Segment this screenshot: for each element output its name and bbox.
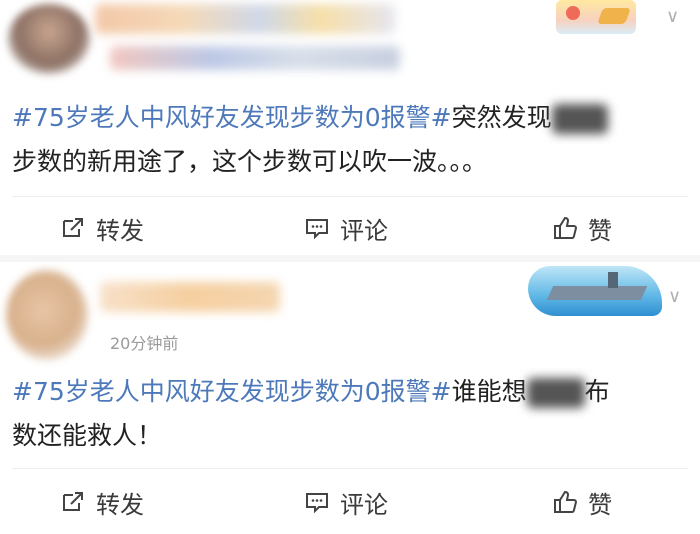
- hashtag-link[interactable]: #75岁老人中风好友发现步数为0报警#: [12, 377, 452, 406]
- post-text: 布: [584, 377, 610, 406]
- comment-button[interactable]: 评论: [304, 482, 388, 522]
- feed-post: ∨ #75岁老人中风好友发现步数为0报警#突然发现 步数的新用途了，这个步数可以…: [0, 0, 700, 262]
- redacted-text: [551, 104, 608, 134]
- comment-bubble-icon: [306, 219, 328, 240]
- like-label: 赞: [588, 490, 612, 519]
- thumbs-up-icon: [554, 216, 578, 239]
- card-decoration-sticker: [556, 0, 636, 34]
- forward-label: 转发: [96, 490, 144, 519]
- post-body: #75岁老人中风好友发现步数为0报警#突然发现 步数的新用途了，这个步数可以吹一…: [12, 96, 672, 184]
- avatar-blurred[interactable]: [8, 4, 90, 74]
- username-redacted: [95, 4, 395, 34]
- feed-post: 20分钟前 ∨ #75岁老人中风好友发现步数为0报警#谁能想 布 数还能救人！ 转…: [0, 262, 700, 534]
- post-text: 步数的新用途了，这个步数可以吹一波。。。: [12, 147, 488, 176]
- comment-button[interactable]: 评论: [304, 208, 388, 248]
- thumbs-up-icon: [554, 490, 578, 513]
- forward-label: 转发: [96, 216, 144, 245]
- comment-label: 评论: [340, 216, 388, 245]
- card-decoration-sticker: [528, 266, 662, 316]
- forward-button[interactable]: 转发: [60, 208, 144, 248]
- post-body: #75岁老人中风好友发现步数为0报警#谁能想 布 数还能救人！: [12, 370, 672, 458]
- divider: [12, 468, 688, 469]
- post-text: 谁能想: [451, 377, 527, 406]
- avatar-blurred[interactable]: [6, 270, 88, 360]
- post-meta-redacted: [110, 46, 400, 70]
- ship-icon: [546, 286, 648, 300]
- post-timestamp: 20分钟前: [110, 334, 179, 353]
- like-button[interactable]: 赞: [552, 482, 612, 522]
- share-arrow-icon: [63, 218, 83, 237]
- like-label: 赞: [588, 216, 612, 245]
- post-text: 突然发现: [451, 103, 552, 132]
- comment-bubble-icon: [306, 493, 328, 514]
- chevron-down-icon[interactable]: ∨: [668, 286, 681, 307]
- flower-icon: [566, 6, 580, 20]
- ship-tower-icon: [608, 272, 618, 288]
- share-arrow-icon: [63, 492, 83, 511]
- chevron-down-icon[interactable]: ∨: [666, 6, 679, 27]
- plane-icon: [597, 8, 631, 24]
- redacted-text: [526, 378, 585, 408]
- post-text: 数还能救人！: [12, 421, 163, 450]
- comment-label: 评论: [340, 490, 388, 519]
- forward-button[interactable]: 转发: [60, 482, 144, 522]
- like-button[interactable]: 赞: [552, 208, 612, 248]
- username-redacted: [100, 282, 280, 312]
- divider: [12, 196, 688, 197]
- post-actions: 转发 评论 赞: [0, 208, 700, 248]
- hashtag-link[interactable]: #75岁老人中风好友发现步数为0报警#: [12, 103, 452, 132]
- post-actions: 转发 评论 赞: [0, 482, 700, 522]
- post-separator: [0, 255, 700, 262]
